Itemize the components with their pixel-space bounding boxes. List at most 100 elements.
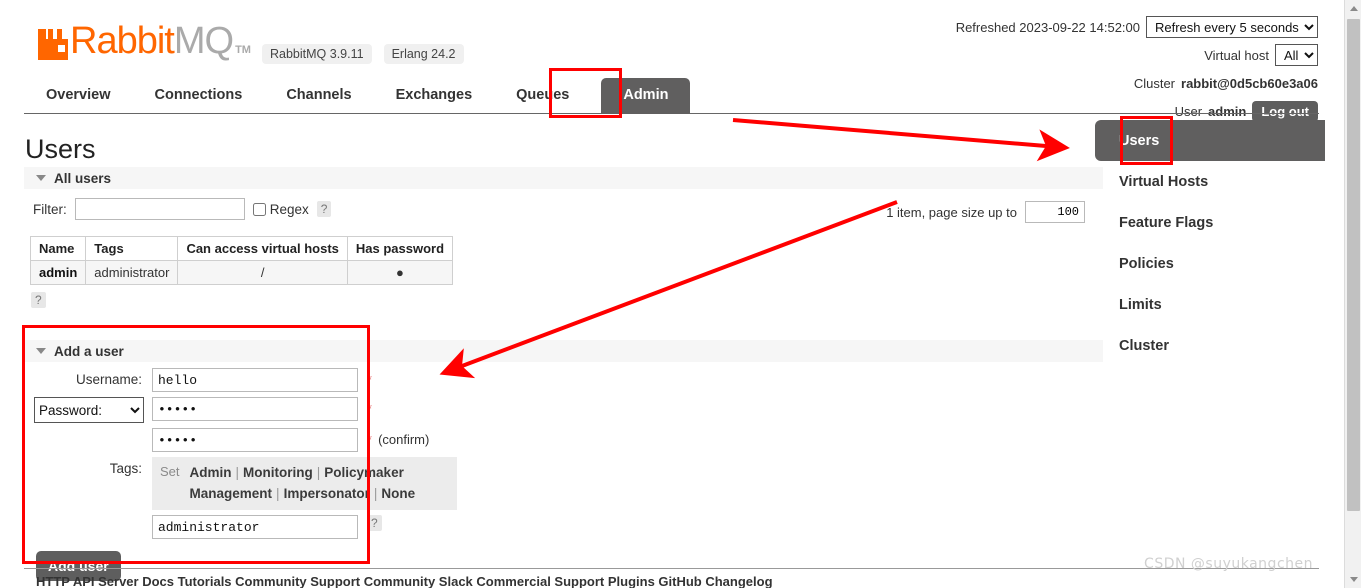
users-table-head: Name Tags Can access virtual hosts Has p… (29, 236, 454, 261)
regex-checkbox[interactable] (252, 202, 266, 216)
logo-text-mq: MQ (173, 20, 234, 62)
badge-rabbitmq-version: RabbitMQ 3.9.11 (262, 44, 372, 64)
password-confirm-control (152, 428, 358, 452)
password-confirm-hint: (confirm) (378, 432, 430, 447)
scroll-up-arrow-icon[interactable] (1345, 0, 1361, 17)
username-label: Username: (75, 372, 142, 387)
nav-item-admin[interactable]: Admin (601, 78, 691, 114)
tag-presets-set-label: Set (160, 464, 180, 479)
filter-label: Filter: (33, 201, 67, 217)
password-type-select[interactable]: Password: (34, 397, 144, 423)
tag-preset-policymaker[interactable]: Policymaker (324, 465, 404, 480)
footer-links[interactable]: HTTP API Server Docs Tutorials Community… (36, 574, 773, 588)
tag-presets-box: Set Admin | Monitoring | Policymaker Managem… (152, 457, 457, 510)
page-size-control: 1 item, page size up to (886, 201, 1085, 223)
cell-user-vhosts: / (177, 260, 348, 285)
regex-checkbox-wrap[interactable]: Regex (252, 201, 309, 217)
filter-input[interactable] (74, 198, 245, 220)
username-required-mark: * (367, 372, 373, 387)
version-badges: RabbitMQ 3.9.11 Erlang 24.2 (262, 44, 464, 64)
username-input[interactable] (152, 368, 358, 392)
tag-preset-admin[interactable]: Admin (190, 465, 232, 480)
column-header-name[interactable]: Name (29, 236, 87, 261)
tags-label: Tags: (109, 461, 142, 476)
filter-row: Filter: Regex ? (33, 198, 332, 220)
logo-text-rabbit: Rabbit (70, 20, 175, 62)
nav-item-connections[interactable]: Connections (133, 78, 265, 114)
users-table: Name Tags Can access virtual hosts Has p… (29, 236, 454, 285)
all-users-section-label: All users (54, 170, 112, 186)
sidebar-item-limits[interactable]: Limits (1095, 284, 1325, 325)
preset-separator: | (276, 486, 280, 501)
nav-item-queues[interactable]: Queues (494, 78, 591, 114)
refreshed-timestamp: Refreshed 2023-09-22 14:52:00 (955, 19, 1140, 35)
preset-separator: | (316, 465, 321, 480)
sidebar-item-cluster[interactable]: Cluster (1095, 325, 1325, 366)
users-table-body: admin administrator / ● (29, 260, 454, 285)
tags-input[interactable] (152, 515, 358, 539)
add-a-user-section-label: Add a user (54, 343, 124, 359)
browser-scrollbar[interactable] (1344, 0, 1361, 588)
scroll-down-arrow-icon[interactable] (1345, 571, 1361, 588)
password-confirm-input[interactable] (152, 428, 358, 452)
tags-help-icon[interactable]: ? (367, 515, 382, 531)
add-user-form: Username: * Password: * (24, 368, 1103, 586)
tags-input-control (152, 515, 358, 539)
username-row: Username: * (24, 368, 1103, 392)
column-header-has-password[interactable]: Has password (346, 236, 454, 261)
nav-item-channels[interactable]: Channels (264, 78, 373, 114)
logo-trademark: TM (235, 44, 251, 56)
tag-preset-monitoring[interactable]: Monitoring (243, 465, 313, 480)
tags-presets-control: Set Admin | Monitoring | Policymaker Managem… (152, 457, 457, 510)
cell-user-has-password: ● (346, 260, 454, 285)
csdn-watermark: CSDN @suyukangchen (1144, 556, 1313, 572)
tag-preset-none[interactable]: None (381, 486, 415, 501)
page-content: Rabbit MQ TM RabbitMQ 3.9.11 Erlang 24.2… (0, 0, 1343, 588)
main-navbar: Overview Connections Channels Exchanges … (24, 78, 1319, 114)
nav-items: Overview Connections Channels Exchanges … (24, 78, 1319, 114)
vhost-label: Virtual host (1204, 47, 1269, 63)
cell-user-name[interactable]: admin (29, 260, 87, 285)
refresh-interval-select[interactable]: Refresh every 5 seconds (1146, 16, 1318, 38)
badge-erlang-version: Erlang 24.2 (383, 44, 464, 64)
regex-label: Regex (269, 201, 309, 217)
column-header-tags[interactable]: Tags (85, 236, 179, 261)
password-input[interactable] (152, 397, 358, 421)
users-table-help-icon[interactable]: ? (31, 292, 46, 308)
triangle-down-icon (36, 175, 46, 181)
password-select-wrap: Password: (24, 397, 152, 423)
password-control (152, 397, 358, 421)
sidebar-item-policies[interactable]: Policies (1095, 243, 1325, 284)
nav-item-overview[interactable]: Overview (24, 78, 133, 114)
triangle-down-icon (36, 348, 46, 354)
tag-preset-management[interactable]: Management (190, 486, 273, 501)
sidebar-item-virtual-hosts[interactable]: Virtual Hosts (1095, 161, 1325, 202)
username-control (152, 368, 358, 392)
filter-help-icon[interactable]: ? (316, 201, 332, 217)
page-title: Users (25, 134, 96, 164)
password-confirm-row: * (confirm) (24, 428, 1103, 452)
vhost-row: Virtual host All (956, 44, 1318, 66)
preset-separator: | (235, 465, 240, 480)
nav-item-exchanges[interactable]: Exchanges (374, 78, 495, 114)
tag-preset-impersonator[interactable]: Impersonator (284, 486, 370, 501)
scrollbar-thumb[interactable] (1347, 19, 1360, 511)
rabbitmq-logo[interactable]: Rabbit MQ TM (38, 22, 251, 60)
table-row[interactable]: admin administrator / ● (29, 260, 454, 285)
sidebar-item-feature-flags[interactable]: Feature Flags (1095, 202, 1325, 243)
admin-sidebar: Users Virtual Hosts Feature Flags Polici… (1095, 120, 1325, 366)
add-a-user-section-header[interactable]: Add a user (24, 340, 1103, 362)
cell-user-tags: administrator (85, 260, 179, 285)
rabbitmq-logo-icon (38, 29, 68, 60)
column-header-vhosts[interactable]: Can access virtual hosts (177, 236, 348, 261)
footer-divider (24, 568, 1319, 569)
preset-separator: | (373, 486, 378, 501)
vhost-select[interactable]: All (1275, 44, 1318, 66)
page-size-input[interactable] (1025, 201, 1085, 223)
tags-row: Tags: Set Admin | Monitoring | Policymaker M… (24, 457, 1103, 510)
tag-preset-links: Admin | Monitoring | Policymaker Management |… (190, 462, 416, 504)
all-users-section-header[interactable]: All users (24, 167, 1103, 189)
password-required-mark: * (367, 401, 373, 416)
sidebar-item-users[interactable]: Users (1095, 120, 1325, 161)
